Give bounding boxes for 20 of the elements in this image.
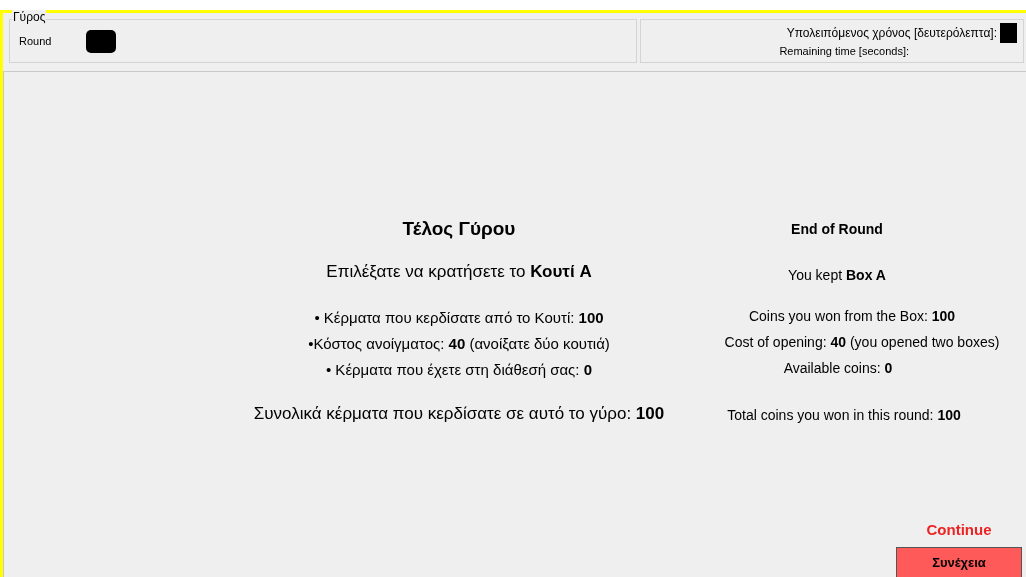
choice-text: You kept Box A xyxy=(788,266,886,285)
detail-line: Available coins: 0 xyxy=(783,359,893,378)
detail-line: Cost of opening: 40 (you opened two boxes) xyxy=(724,333,1000,352)
detail-line: •Κόστος ανοίγματος: 40 (ανοίξατε δύο κουτιά) xyxy=(308,334,610,354)
total-text: Συνολικά κέρματα που κερδίσατε σε αυτό το γύρο: 100 xyxy=(253,403,665,425)
detail-line: • Κέρματα που κερδίσατε από το Κουτί: 100 xyxy=(314,308,604,328)
round-field xyxy=(86,30,117,53)
heading: End of Round xyxy=(791,220,883,239)
timer-label: Remaining time [seconds]: xyxy=(779,44,909,59)
time-field xyxy=(1000,23,1017,43)
detail-line: • Κέρματα που έχετε στη διάθεσή σας: 0 xyxy=(325,360,593,380)
continue-label: Continue xyxy=(926,519,992,540)
heading: Τέλος Γύρου xyxy=(402,217,516,241)
timer-label: Υπολειπόμενος χρόνος [δευτερόλεπτα]: xyxy=(786,25,997,42)
choice-text: Επιλέξατε να κρατήσετε το Κουτί A xyxy=(326,261,592,283)
total-text: Total coins you won in this round: 100 xyxy=(727,406,961,425)
round-label: Round xyxy=(19,34,52,50)
detail-line: Coins you won from the Box: 100 xyxy=(748,307,956,326)
group-title: Γύρος xyxy=(12,10,47,24)
continue-button[interactable]: Συνέχεια xyxy=(896,547,1022,577)
